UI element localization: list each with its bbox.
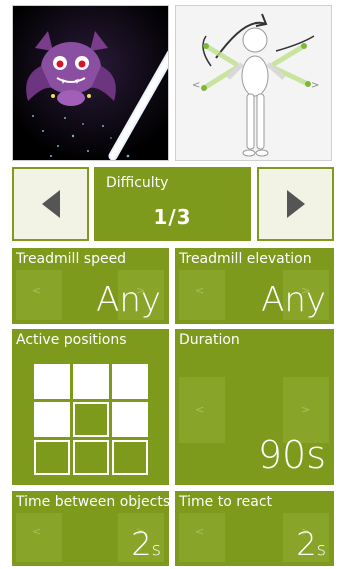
position-cell[interactable] [73, 440, 109, 475]
position-cell[interactable] [73, 364, 109, 399]
time-between-objects-tile: < > Time between objects 2s [12, 491, 169, 566]
time-between-decrease-button[interactable]: < [16, 513, 62, 562]
treadmill-speed-label: Treadmill speed [16, 251, 127, 267]
treadmill-speed-value: Any [96, 280, 161, 320]
monster-scene [13, 6, 168, 160]
position-cell[interactable] [34, 364, 70, 399]
active-positions-label: Active positions [16, 332, 127, 348]
position-cell[interactable] [112, 364, 148, 399]
time-between-number: 2 [131, 525, 152, 563]
triangle-left-icon [41, 190, 60, 218]
position-cell[interactable] [73, 402, 109, 437]
speed-decrease-button[interactable]: < [16, 270, 62, 320]
chevron-left-icon: < [32, 284, 42, 297]
difficulty-label: Difficulty [106, 175, 169, 191]
time-to-react-value: 2s [296, 525, 326, 563]
svg-text:>: > [311, 80, 319, 91]
treadmill-speed-tile: < > Treadmill speed Any [12, 248, 169, 324]
chevron-left-icon: < [195, 525, 205, 538]
active-positions-tile: Active positions [12, 329, 169, 485]
svg-text:<: < [192, 80, 200, 91]
time-to-react-label: Time to react [179, 494, 273, 510]
stick-figure-illustration: < > [176, 6, 331, 160]
duration-label: Duration [179, 332, 240, 348]
position-cell[interactable] [112, 440, 148, 475]
duration-tile: < > Duration 90s [175, 329, 334, 485]
time-to-react-number: 2 [296, 525, 317, 563]
chevron-left-icon: < [195, 403, 205, 416]
chevron-left-icon: < [195, 284, 205, 297]
duration-decrease-button[interactable]: < [179, 377, 225, 443]
difficulty-prev-button[interactable] [12, 167, 89, 241]
treadmill-elevation-tile: < > Treadmill elevation Any [175, 248, 334, 324]
chevron-left-icon: < [32, 525, 42, 538]
time-to-react-decrease-button[interactable]: < [179, 513, 225, 562]
triangle-right-icon [286, 190, 305, 218]
chevron-right-icon: > [301, 403, 311, 416]
time-to-react-unit: s [316, 539, 326, 560]
difficulty-display: Difficulty 1/3 [94, 167, 251, 241]
elevation-decrease-button[interactable]: < [179, 270, 225, 320]
time-between-objects-label: Time between objects [16, 494, 169, 510]
game-scene-image [12, 5, 169, 161]
time-between-unit: s [151, 539, 161, 560]
position-cell[interactable] [112, 402, 148, 437]
pose-figure-image: < > [175, 5, 332, 161]
time-between-objects-value: 2s [131, 525, 161, 563]
difficulty-next-button[interactable] [257, 167, 334, 241]
treadmill-elevation-value: Any [261, 280, 326, 320]
duration-value: 90s [257, 433, 326, 477]
treadmill-elevation-label: Treadmill elevation [179, 251, 312, 267]
position-cell[interactable] [34, 402, 70, 437]
position-cell[interactable] [34, 440, 70, 475]
difficulty-value: 1/3 [153, 205, 192, 229]
active-positions-grid [34, 364, 148, 476]
time-to-react-tile: < > Time to react 2s [175, 491, 334, 566]
